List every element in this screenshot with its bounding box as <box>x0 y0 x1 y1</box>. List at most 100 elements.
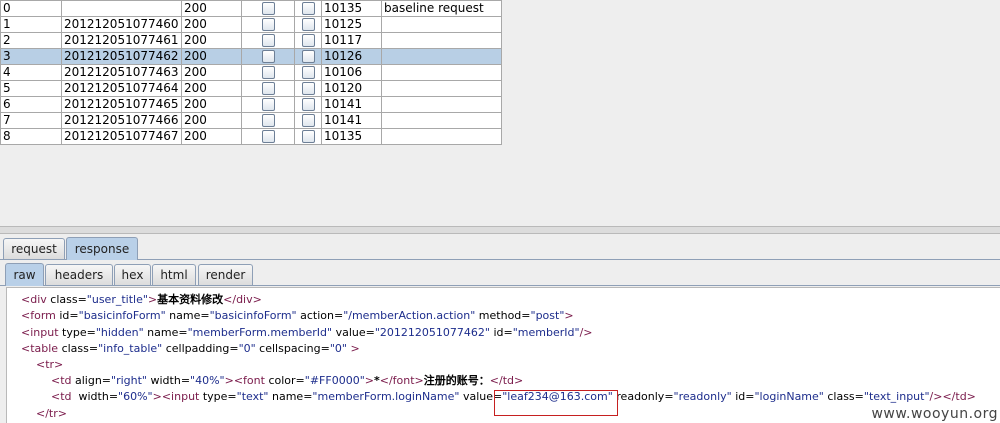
checkbox-icon[interactable] <box>301 34 315 47</box>
cell-length: 10135 <box>321 128 382 145</box>
cell-payload: 201212051077466 <box>61 112 182 129</box>
tab-hex[interactable]: hex <box>114 264 151 285</box>
code-token: action= <box>296 309 344 322</box>
splitter[interactable] <box>0 226 1000 234</box>
code-token: width= <box>78 390 119 403</box>
checkbox-timeout[interactable] <box>294 80 322 97</box>
code-token: <table <box>21 342 62 355</box>
table-row[interactable]: 8 201212051077467 200 10135 <box>0 128 502 145</box>
code-token: name= <box>143 326 188 339</box>
table-row[interactable]: 4 201212051077463 200 10106 <box>0 64 502 81</box>
cell-length: 10141 <box>321 96 382 113</box>
code-token: "user_title" <box>86 293 148 306</box>
code-token: "info_table" <box>98 342 163 355</box>
checkbox-icon[interactable] <box>301 130 315 143</box>
checkbox-timeout[interactable] <box>294 64 322 81</box>
checkbox-error[interactable] <box>241 16 295 33</box>
tab-response[interactable]: response <box>66 237 138 260</box>
code-token: "readonly" <box>673 390 732 403</box>
code-token: > <box>346 342 360 355</box>
checkbox-timeout[interactable] <box>294 48 322 65</box>
cell-comment <box>381 48 502 65</box>
checkbox-icon[interactable] <box>261 130 275 143</box>
checkbox-icon[interactable] <box>261 18 275 31</box>
checkbox-error[interactable] <box>241 0 295 17</box>
code-token: <input <box>21 326 63 339</box>
main-tabs: request response <box>0 237 1000 260</box>
code-token: "memberId" <box>512 326 580 339</box>
highlight-box <box>494 390 618 416</box>
code-token: "memberForm.memberId" <box>187 326 333 339</box>
table-row[interactable]: 5 201212051077464 200 10120 <box>0 80 502 97</box>
checkbox-timeout[interactable] <box>294 16 322 33</box>
cell-length: 10126 <box>321 48 382 65</box>
code-token: type= <box>62 326 96 339</box>
code-token: 注册的账号： <box>423 374 490 387</box>
sub-tabs: raw headers hex html render <box>0 263 1000 286</box>
checkbox-error[interactable] <box>241 128 295 145</box>
code-line: </tr> <box>29 406 67 422</box>
tab-render[interactable]: render <box>198 264 253 285</box>
table-row[interactable]: 1 201212051077460 200 10125 <box>0 16 502 33</box>
checkbox-timeout[interactable] <box>294 96 322 113</box>
tab-html[interactable]: html <box>152 264 196 285</box>
checkbox-icon[interactable] <box>261 50 275 63</box>
cell-status: 200 <box>181 16 242 33</box>
code-token: "hidden" <box>95 326 144 339</box>
checkbox-icon[interactable] <box>301 2 315 15</box>
checkbox-timeout[interactable] <box>294 0 322 17</box>
tab-request[interactable]: request <box>3 238 65 259</box>
checkbox-error[interactable] <box>241 32 295 49</box>
checkbox-icon[interactable] <box>301 82 315 95</box>
code-token: > <box>147 293 158 306</box>
cell-comment <box>381 64 502 81</box>
table-row[interactable]: 0 200 10135 baseline request <box>0 0 502 17</box>
code-token: "loginName" <box>754 390 824 403</box>
checkbox-icon[interactable] <box>261 66 275 79</box>
checkbox-error[interactable] <box>241 112 295 129</box>
checkbox-icon[interactable] <box>301 98 315 111</box>
code-line: <td align="right" width="40%"><font colo… <box>37 373 523 389</box>
checkbox-icon[interactable] <box>301 114 315 127</box>
tab-headers[interactable]: headers <box>45 264 113 285</box>
cell-length: 10141 <box>321 112 382 129</box>
code-token: > <box>224 374 234 387</box>
checkbox-error[interactable] <box>241 96 295 113</box>
cell-payload: 201212051077462 <box>61 48 182 65</box>
cell-length: 10117 <box>321 32 382 49</box>
checkbox-icon[interactable] <box>261 2 275 15</box>
results-table-panel: 0 200 10135 baseline request 1 20121205107746… <box>0 0 1000 226</box>
code-token: /> <box>579 326 593 339</box>
code-token: <td <box>37 374 75 387</box>
cell-payload: 201212051077460 <box>61 16 182 33</box>
cell-payload: 201212051077461 <box>61 32 182 49</box>
table-row[interactable]: 2 201212051077461 200 10117 <box>0 32 502 49</box>
code-token: id= <box>731 390 755 403</box>
code-token: "basicinfoForm" <box>78 309 166 322</box>
checkbox-icon[interactable] <box>261 34 275 47</box>
checkbox-icon[interactable] <box>261 98 275 111</box>
checkbox-icon[interactable] <box>301 66 315 79</box>
checkbox-error[interactable] <box>241 80 295 97</box>
checkbox-icon[interactable] <box>261 114 275 127</box>
code-token: <form <box>21 309 60 322</box>
code-token: </td> <box>489 374 524 387</box>
code-token: "text_input" <box>863 390 930 403</box>
checkbox-icon[interactable] <box>301 50 315 63</box>
table-row[interactable]: 7 201212051077466 200 10141 <box>0 112 502 129</box>
cell-index: 3 <box>0 48 62 65</box>
tab-raw[interactable]: raw <box>5 263 44 286</box>
checkbox-icon[interactable] <box>261 82 275 95</box>
code-token: > <box>364 374 374 387</box>
checkbox-error[interactable] <box>241 48 295 65</box>
table-row[interactable]: 3 201212051077462 200 10126 <box>0 48 502 65</box>
checkbox-icon[interactable] <box>301 18 315 31</box>
checkbox-timeout[interactable] <box>294 32 322 49</box>
cell-index: 4 <box>0 64 62 81</box>
checkbox-timeout[interactable] <box>294 128 322 145</box>
checkbox-error[interactable] <box>241 64 295 81</box>
code-token: <div <box>21 293 51 306</box>
cell-status: 200 <box>181 96 242 113</box>
checkbox-timeout[interactable] <box>294 112 322 129</box>
table-row[interactable]: 6 201212051077465 200 10141 <box>0 96 502 113</box>
